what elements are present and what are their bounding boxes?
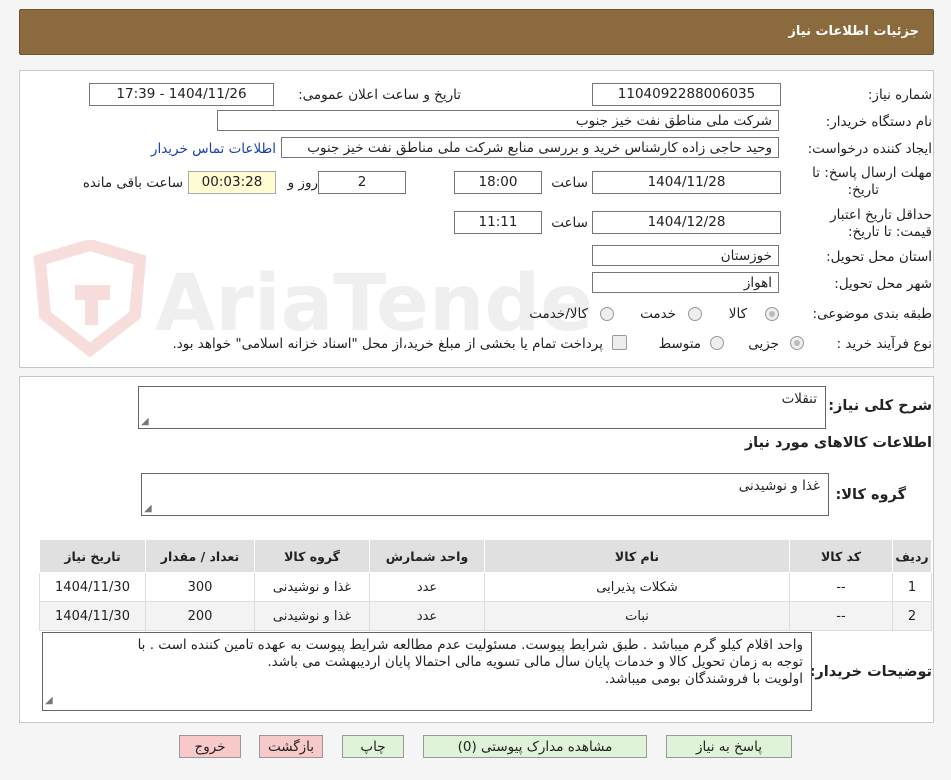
validity-date-field: 1404/12/28 [592, 211, 781, 234]
goods-group-textarea: غذا و نوشیدنی ◢ [141, 473, 829, 516]
validity-time-field: 11:11 [454, 211, 542, 234]
back-button[interactable]: بازگشت [259, 735, 323, 758]
deadline-label-line1: مهلت ارسال پاسخ: تا [812, 165, 932, 181]
summary-textarea: تنقلات ◢ [138, 386, 826, 429]
days-remaining-field: 2 [318, 171, 406, 194]
resize-grip-icon: ◢ [45, 695, 53, 706]
category-label: طبقه بندی موضوعی: [812, 306, 932, 322]
process-option-minor: جزیی [748, 336, 779, 352]
remaining-time-field: 00:03:28 [188, 171, 276, 194]
col-date-header: تاریخ نیاز [39, 539, 146, 573]
process-radio-medium[interactable] [710, 336, 724, 350]
days-word: روز و [287, 175, 318, 191]
buyer-notes-line: واحد اقلام کیلو گرم میباشد . طبق شرایط پ… [137, 637, 803, 653]
category-radio-goods-service[interactable] [600, 307, 614, 321]
cell-qty: 200 [145, 601, 255, 631]
deadline-time-field: 18:00 [454, 171, 542, 194]
creator-label: ایجاد کننده درخواست: [807, 141, 932, 157]
validity-time-word: ساعت [551, 215, 588, 231]
creator-field: وحید حاجی زاده کارشناس خرید و بررسی مناب… [281, 137, 779, 158]
goods-table: ردیف کد کالا نام کالا واحد شمارش گروه کا… [39, 539, 932, 631]
buyer-notes-label: توضیحات خریدار: [809, 664, 932, 680]
goods-info-title: اطلاعات کالاهای مورد نیاز [744, 435, 932, 451]
view-attachments-button[interactable]: مشاهده مدارک پیوستی (0) [423, 735, 647, 758]
process-label: نوع فرآیند خرید : [836, 336, 932, 352]
cell-date: 1404/11/30 [39, 601, 146, 631]
deadline-time-word: ساعت [551, 175, 588, 191]
goods-group-label: گروه کالا: [835, 487, 906, 503]
category-radio-goods[interactable] [765, 307, 779, 321]
treasury-payment-note: پرداخت تمام یا بخشی از مبلغ خرید،از محل … [172, 336, 603, 352]
buyer-notes-line: توجه به زمان تحویل کالا و خدمات پایان سا… [267, 654, 803, 670]
category-option-goods-service: کالا/خدمت [529, 306, 588, 322]
category-option-goods: کالا [728, 306, 747, 322]
exit-button[interactable]: خروج [179, 735, 241, 758]
city-label: شهر محل تحویل: [834, 276, 932, 292]
page-header: جزئیات اطلاعات نیاز [19, 9, 934, 55]
process-option-medium: متوسط [658, 336, 701, 352]
print-button[interactable]: چاپ [342, 735, 404, 758]
table-row: 1 -- شکلات پذیرایی عدد غذا و نوشیدنی 300… [39, 572, 932, 602]
summary-label: شرح کلی نیاز: [828, 398, 932, 414]
cell-code: -- [789, 572, 893, 602]
category-radio-service[interactable] [688, 307, 702, 321]
cell-row: 2 [892, 601, 932, 631]
validity-label-line1: حداقل تاریخ اعتبار [830, 207, 932, 223]
buyer-contact-link[interactable]: اطلاعات تماس خریدار [151, 141, 276, 157]
col-name-header: نام کالا [484, 539, 790, 573]
cell-name: نبات [484, 601, 790, 631]
page-title: جزئیات اطلاعات نیاز [788, 24, 919, 39]
treasury-payment-checkbox[interactable] [612, 335, 627, 350]
col-code-header: کد کالا [789, 539, 893, 573]
need-number-field: 1104092288006035 [592, 83, 781, 106]
buyer-org-field: شرکت ملی مناطق نفت خیز جنوب [217, 110, 779, 131]
table-row: 2 -- نبات عدد غذا و نوشیدنی 200 1404/11/… [39, 601, 932, 631]
resize-grip-icon: ◢ [141, 416, 149, 427]
buyer-notes-textarea: واحد اقلام کیلو گرم میباشد . طبق شرایط پ… [42, 632, 812, 711]
cell-group: غذا و نوشیدنی [254, 572, 370, 602]
need-number-label: شماره نیاز: [867, 87, 932, 103]
cell-qty: 300 [145, 572, 255, 602]
validity-label-line2: قیمت: تا تاریخ: [848, 224, 932, 240]
cell-date: 1404/11/30 [39, 572, 146, 602]
goods-group-text: غذا و نوشیدنی [738, 478, 820, 494]
resize-grip-icon: ◢ [144, 503, 152, 514]
process-radio-minor[interactable] [790, 336, 804, 350]
reply-button[interactable]: پاسخ به نیاز [666, 735, 792, 758]
col-row-header: ردیف [892, 539, 932, 573]
col-group-header: گروه کالا [254, 539, 370, 573]
remaining-word: ساعت باقی مانده [82, 175, 183, 191]
table-header-row: ردیف کد کالا نام کالا واحد شمارش گروه کا… [39, 539, 932, 573]
cell-row: 1 [892, 572, 932, 602]
summary-text: تنقلات [781, 391, 817, 407]
cell-name: شکلات پذیرایی [484, 572, 790, 602]
announce-label: تاریخ و ساعت اعلان عمومی: [298, 87, 461, 103]
deadline-date-field: 1404/11/28 [592, 171, 781, 194]
deadline-label-line2: تاریخ: [847, 182, 879, 198]
province-label: استان محل تحویل: [826, 249, 932, 265]
city-field: اهواز [592, 272, 779, 293]
cell-group: غذا و نوشیدنی [254, 601, 370, 631]
col-qty-header: تعداد / مقدار [145, 539, 255, 573]
category-option-service: خدمت [640, 306, 676, 322]
province-field: خوزستان [592, 245, 779, 266]
announce-datetime-field: 1404/11/26 - 17:39 [89, 83, 274, 106]
buyer-org-label: نام دستگاه خریدار: [825, 114, 932, 130]
col-unit-header: واحد شمارش [369, 539, 485, 573]
cell-unit: عدد [369, 572, 485, 602]
cell-code: -- [789, 601, 893, 631]
buyer-notes-line: اولویت با فروشندگان بومی میباشد. [604, 671, 803, 687]
cell-unit: عدد [369, 601, 485, 631]
